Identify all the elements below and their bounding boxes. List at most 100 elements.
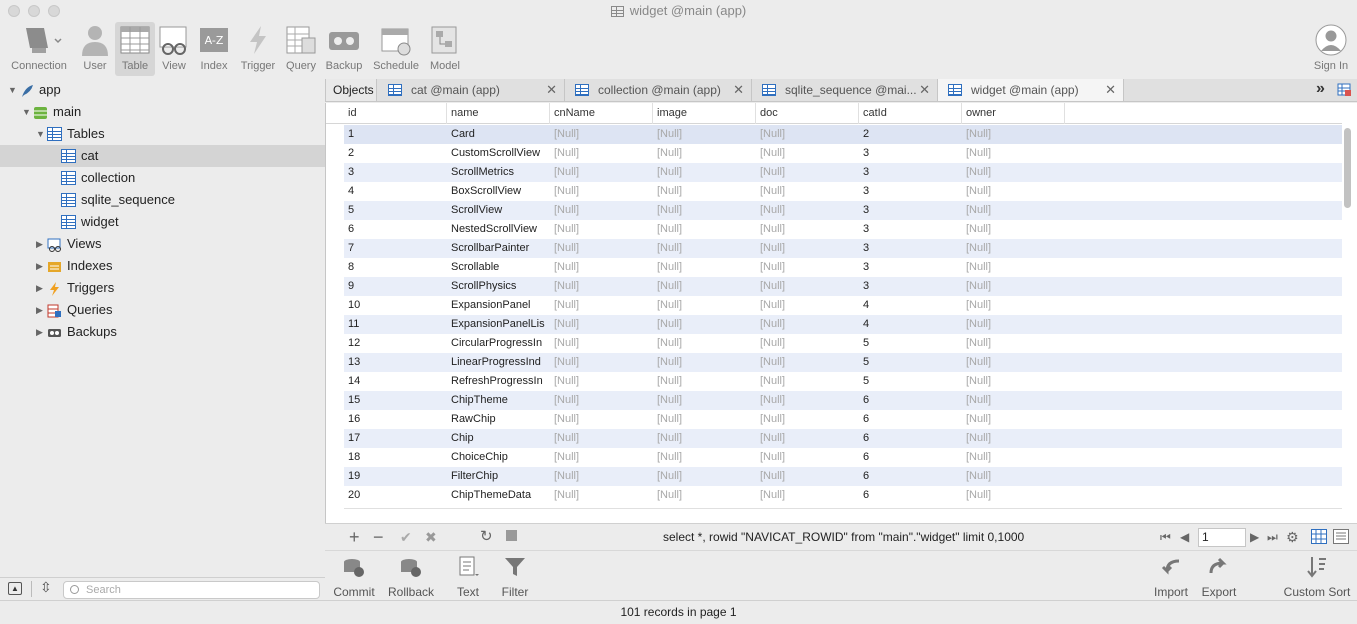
toggle-sidebar-icon[interactable]: ▲ [8, 582, 22, 595]
cell-catid[interactable]: 3 [859, 163, 962, 182]
cell-catid[interactable]: 3 [859, 239, 962, 258]
table-row[interactable]: 10 ExpansionPanel [Null] [Null] [Null] 4 [Null… [344, 296, 1342, 315]
column-header-name[interactable]: name [447, 103, 550, 124]
cell-owner[interactable]: [Null] [962, 315, 1065, 334]
cell-doc[interactable]: [Null] [756, 467, 859, 486]
cell-catid[interactable]: 3 [859, 220, 962, 239]
cell-owner[interactable]: [Null] [962, 144, 1065, 163]
cell-id[interactable]: 13 [344, 353, 447, 372]
tree-table-widget[interactable]: widget [0, 211, 325, 233]
cell-cnname[interactable]: [Null] [550, 391, 653, 410]
cell-cnname[interactable]: [Null] [550, 296, 653, 315]
disclosure-closed-icon[interactable]: ▶ [36, 321, 43, 343]
table-row[interactable]: 18 ChoiceChip [Null] [Null] [Null] 6 [Null] [344, 448, 1342, 467]
new-table-icon[interactable] [1337, 83, 1351, 96]
cell-cnname[interactable]: [Null] [550, 410, 653, 429]
table-row[interactable]: 6 NestedScrollView [Null] [Null] [Null] 3 [Nul… [344, 220, 1342, 239]
table-row[interactable]: 20 ChipThemeData [Null] [Null] [Null] 6 [Null] [344, 486, 1342, 505]
table-row[interactable]: 11 ExpansionPanelLis [Null] [Null] [Null] 4 [N… [344, 315, 1342, 334]
cell-image[interactable]: [Null] [653, 448, 756, 467]
cell-doc[interactable]: [Null] [756, 163, 859, 182]
disclosure-closed-icon[interactable]: ▶ [36, 299, 43, 321]
first-page-icon[interactable]: ⏮ [1160, 528, 1171, 546]
toolbar-model-button[interactable]: Model [427, 22, 463, 76]
filter-toggle-icon[interactable]: ⇳ [40, 579, 52, 596]
cell-name[interactable]: BoxScrollView [447, 182, 546, 201]
cell-image[interactable]: [Null] [653, 277, 756, 296]
column-header-doc[interactable]: doc [756, 103, 859, 124]
cell-id[interactable]: 12 [344, 334, 447, 353]
sidebar-search-input[interactable]: Search [63, 581, 320, 599]
cell-catid[interactable]: 4 [859, 315, 962, 334]
disclosure-closed-icon[interactable]: ▶ [36, 277, 43, 299]
cell-catid[interactable]: 6 [859, 429, 962, 448]
cell-doc[interactable]: [Null] [756, 410, 859, 429]
cell-name[interactable]: ScrollPhysics [447, 277, 546, 296]
toolbar-schedule-button[interactable]: Schedule [370, 22, 422, 76]
cell-id[interactable]: 8 [344, 258, 447, 277]
cell-doc[interactable]: [Null] [756, 144, 859, 163]
table-row[interactable]: 4 BoxScrollView [Null] [Null] [Null] 3 [Null] [344, 182, 1342, 201]
filter-button[interactable]: Filter [498, 555, 532, 599]
cell-image[interactable]: [Null] [653, 486, 756, 505]
cell-image[interactable]: [Null] [653, 144, 756, 163]
cell-cnname[interactable]: [Null] [550, 315, 653, 334]
toolbar-trigger-button[interactable]: Trigger [238, 22, 278, 76]
toolbar-view-button[interactable]: View [156, 22, 192, 76]
cell-image[interactable]: [Null] [653, 353, 756, 372]
table-row[interactable]: 2 CustomScrollView [Null] [Null] [Null] 3 [Nul… [344, 144, 1342, 163]
cell-doc[interactable]: [Null] [756, 486, 859, 505]
table-row[interactable]: 15 ChipTheme [Null] [Null] [Null] 6 [Null] [344, 391, 1342, 410]
column-header-cnname[interactable]: cnName [550, 103, 653, 124]
cell-cnname[interactable]: [Null] [550, 239, 653, 258]
cell-owner[interactable]: [Null] [962, 201, 1065, 220]
table-row[interactable]: 1 Card [Null] [Null] [Null] 2 [Null] [344, 125, 1342, 144]
cell-image[interactable]: [Null] [653, 391, 756, 410]
cell-cnname[interactable]: [Null] [550, 429, 653, 448]
cell-cnname[interactable]: [Null] [550, 182, 653, 201]
vertical-scrollbar[interactable] [1344, 128, 1351, 208]
table-row[interactable]: 9 ScrollPhysics [Null] [Null] [Null] 3 [Null] [344, 277, 1342, 296]
cell-name[interactable]: ScrollMetrics [447, 163, 546, 182]
toolbar-index-button[interactable]: A-Z Index [196, 22, 232, 76]
tree-backups-group[interactable]: ▶ Backups [0, 321, 325, 343]
cell-doc[interactable]: [Null] [756, 220, 859, 239]
cell-owner[interactable]: [Null] [962, 486, 1065, 505]
cell-name[interactable]: ChoiceChip [447, 448, 546, 467]
cell-name[interactable]: Chip [447, 429, 546, 448]
tree-connection-app[interactable]: ▼ app [0, 79, 325, 101]
cell-catid[interactable]: 5 [859, 372, 962, 391]
cell-cnname[interactable]: [Null] [550, 448, 653, 467]
tab-collection[interactable]: collection @main (app) ✕ [565, 79, 752, 101]
table-row[interactable]: 14 RefreshProgressIn [Null] [Null] [Null] 5 [N… [344, 372, 1342, 391]
table-row[interactable]: 13 LinearProgressInd [Null] [Null] [Null] 5 [N… [344, 353, 1342, 372]
cell-id[interactable]: 5 [344, 201, 447, 220]
cell-catid[interactable]: 3 [859, 144, 962, 163]
cell-owner[interactable]: [Null] [962, 125, 1065, 144]
cell-catid[interactable]: 6 [859, 467, 962, 486]
cell-doc[interactable]: [Null] [756, 239, 859, 258]
previous-page-icon[interactable]: ◀ [1180, 528, 1189, 546]
cell-owner[interactable]: [Null] [962, 163, 1065, 182]
cell-doc[interactable]: [Null] [756, 353, 859, 372]
cell-doc[interactable]: [Null] [756, 315, 859, 334]
cell-cnname[interactable]: [Null] [550, 372, 653, 391]
export-button[interactable]: Export [1199, 555, 1239, 599]
cell-doc[interactable]: [Null] [756, 296, 859, 315]
table-row[interactable]: 12 CircularProgressIn [Null] [Null] [Null] 5[… [344, 334, 1342, 353]
close-window-button[interactable] [8, 5, 20, 17]
table-row[interactable]: 8 Scrollable [Null] [Null] [Null] 3 [Null] [344, 258, 1342, 277]
cell-name[interactable]: LinearProgressInd [447, 353, 546, 372]
cell-id[interactable]: 18 [344, 448, 447, 467]
cell-owner[interactable]: [Null] [962, 410, 1065, 429]
cell-owner[interactable]: [Null] [962, 448, 1065, 467]
minimize-window-button[interactable] [28, 5, 40, 17]
column-header-catid[interactable]: catId [859, 103, 962, 124]
cell-image[interactable]: [Null] [653, 467, 756, 486]
tab-overflow-button[interactable]: » [1316, 79, 1325, 99]
close-tab-icon[interactable]: ✕ [546, 79, 557, 101]
close-tab-icon[interactable]: ✕ [733, 79, 744, 101]
cell-owner[interactable]: [Null] [962, 239, 1065, 258]
cell-name[interactable]: Card [447, 125, 546, 144]
table-row[interactable]: 3 ScrollMetrics [Null] [Null] [Null] 3 [Null] [344, 163, 1342, 182]
